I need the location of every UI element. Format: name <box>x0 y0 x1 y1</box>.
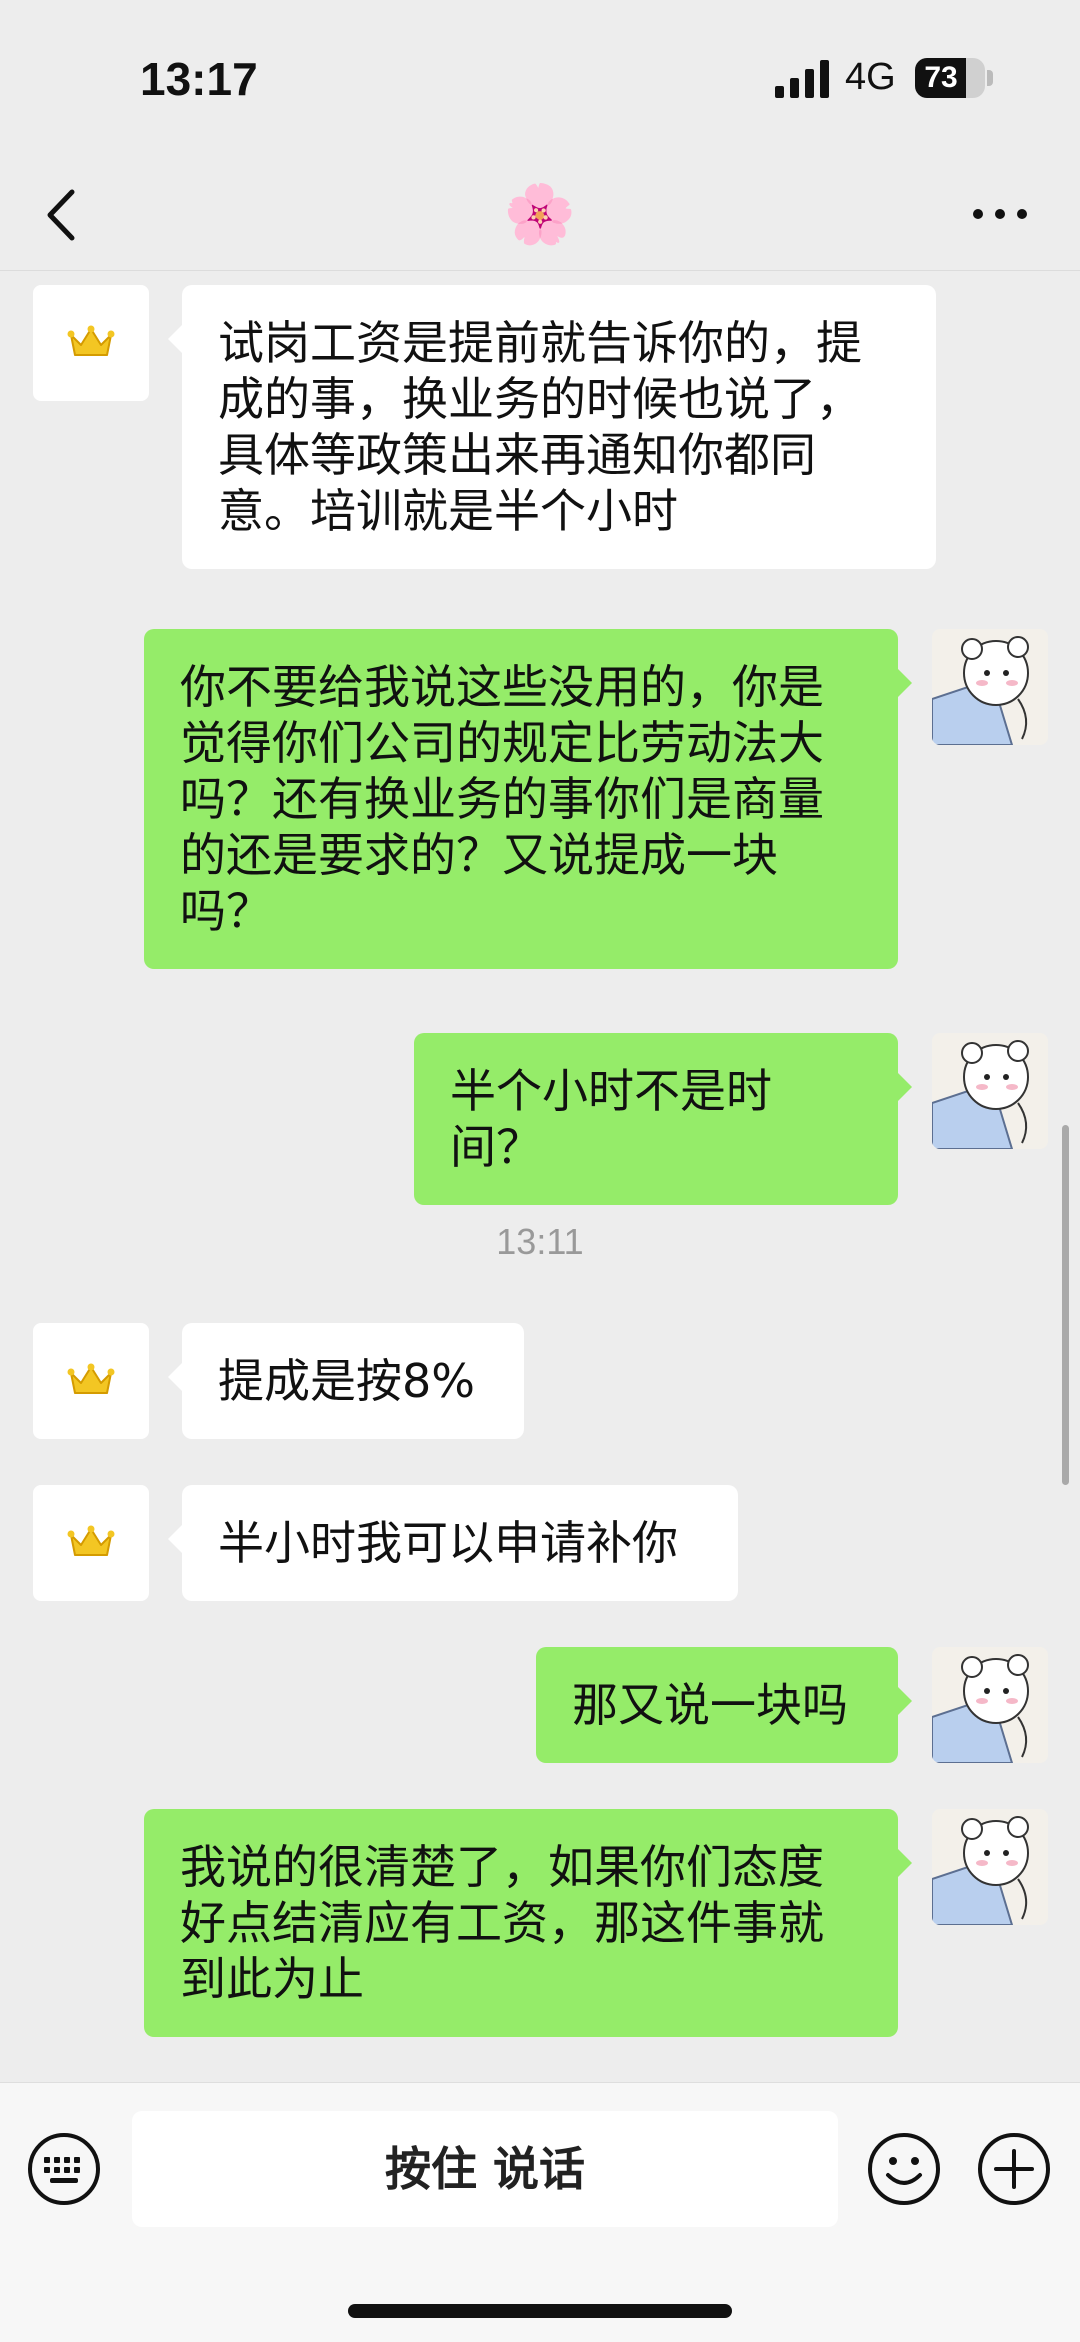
battery-text: 73 <box>924 61 958 94</box>
my-avatar[interactable] <box>932 1647 1048 1763</box>
message-bubble[interactable]: 提成是按8% <box>168 1323 524 1439</box>
signal-icon <box>775 60 829 98</box>
bear-icon <box>932 636 1029 745</box>
my-avatar[interactable] <box>932 1809 1048 1925</box>
message-bubble[interactable]: 半个小时不是时间？ <box>414 1033 912 1205</box>
message-bubble[interactable]: 半小时我可以申请补你 <box>168 1485 738 1601</box>
my-avatar[interactable] <box>932 1033 1048 1149</box>
battery-icon: 73 <box>915 58 985 98</box>
message-timestamp: 13:11 <box>496 1221 584 1262</box>
message-bubble[interactable]: 我说的很清楚了，如果你们态度好点结清应有工资，那这件事就到此为止 <box>144 1809 912 2037</box>
message-bubble[interactable]: 那又说一块吗 <box>536 1647 912 1763</box>
status-bar: 13:17 4G 73 <box>0 0 1080 160</box>
plus-icon[interactable] <box>976 2131 1052 2207</box>
contact-avatar[interactable] <box>33 1485 149 1601</box>
status-time: 13:17 <box>140 53 258 105</box>
hold-to-talk-button[interactable]: 按住 说话 <box>132 2111 838 2227</box>
bear-icon <box>932 1040 1029 1149</box>
crown-icon <box>67 1363 115 1394</box>
bear-icon <box>932 1816 1029 1925</box>
battery-tip <box>987 70 993 86</box>
crown-icon <box>67 325 115 356</box>
message-bubble[interactable]: 试岗工资是提前就告诉你的，提成的事，换业务的时候也说了，具体等政策出来再通知你都… <box>168 285 936 569</box>
message-bubble[interactable]: 你不要给我说这些没用的，你是觉得你们公司的规定比劳动法大吗？还有换业务的事你们是… <box>144 629 912 969</box>
home-indicator[interactable] <box>348 2304 732 2318</box>
bear-icon <box>932 1654 1029 1763</box>
scrollbar[interactable] <box>1062 1125 1069 1485</box>
chat-area[interactable]: 试岗工资是提前就告诉你的，提成的事，换业务的时候也说了，具体等政策出来再通知你都… <box>0 271 1080 2081</box>
back-icon[interactable] <box>38 180 88 250</box>
crown-icon <box>67 1525 115 1556</box>
emoji-icon[interactable] <box>866 2131 942 2207</box>
chat-title[interactable]: 🌸 <box>500 174 580 254</box>
keyboard-icon[interactable] <box>26 2131 102 2207</box>
chat-header: 🌸 <box>0 160 1080 271</box>
network-label: 4G <box>845 56 896 98</box>
my-avatar[interactable] <box>932 629 1048 745</box>
more-icon[interactable] <box>970 204 1030 224</box>
contact-avatar[interactable] <box>33 1323 149 1439</box>
input-bar: 按住 说话 <box>0 2082 1080 2342</box>
contact-avatar[interactable] <box>33 285 149 401</box>
